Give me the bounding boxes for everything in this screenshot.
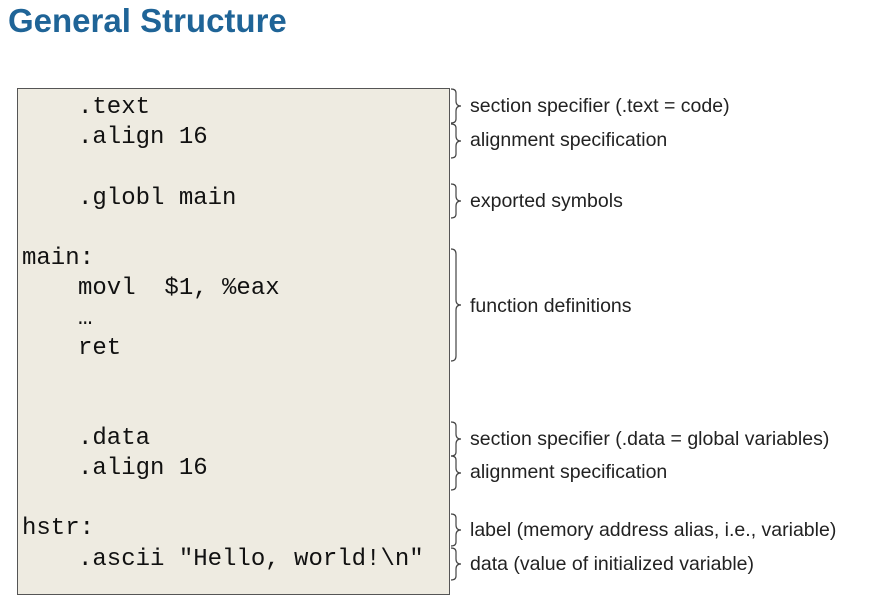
slide-title: General Structure xyxy=(8,2,287,39)
code-line-hstr-label: hstr: xyxy=(22,515,95,542)
brace-function-definitions xyxy=(450,248,462,362)
code-line-ret-instruction: ret xyxy=(78,335,122,362)
code-line-data-directive: .data xyxy=(78,425,151,452)
brace-label xyxy=(450,513,462,547)
brace-align-data xyxy=(450,455,462,491)
code-line-ascii-directive: .ascii "Hello, world!\n" xyxy=(78,546,424,573)
code-line-align-directive: .align 16 xyxy=(78,124,208,151)
annotation-data-value: data (value of initialized variable) xyxy=(470,553,754,575)
annotation-label: label (memory address alias, i.e., varia… xyxy=(470,519,837,541)
code-line-text-directive: .text xyxy=(78,94,151,121)
annotation-align-data: alignment specification xyxy=(470,461,668,483)
annotation-exported-symbols: exported symbols xyxy=(470,190,623,212)
annotation-align-text: alignment specification xyxy=(470,129,668,151)
annotation-section-text: section specifier (.text = code) xyxy=(470,95,730,117)
brace-section-data xyxy=(450,421,462,457)
code-line-movl-instruction: movl $1, %eax xyxy=(78,275,280,302)
annotation-function-definitions: function definitions xyxy=(470,295,632,317)
brace-section-text xyxy=(450,88,462,124)
code-line-ellipsis: … xyxy=(78,305,93,332)
code-line-globl-directive: .globl main xyxy=(78,185,237,212)
brace-data-value xyxy=(450,547,462,581)
brace-align-text xyxy=(450,123,462,159)
brace-exported-symbols xyxy=(450,183,462,219)
code-line-main-label: main: xyxy=(22,245,95,272)
code-line-align-directive-2: .align 16 xyxy=(78,455,208,482)
annotation-section-data: section specifier (.data = global variab… xyxy=(470,428,830,450)
